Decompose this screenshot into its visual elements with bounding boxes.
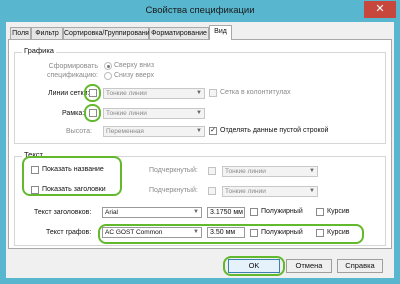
radio-top-down[interactable] <box>104 62 112 70</box>
underline-combo-2[interactable]: Тонкие линии ▼ <box>222 186 318 197</box>
tab-sorting[interactable]: Сортировка/Группирование <box>63 27 154 39</box>
graph-font-combo[interactable]: AC GOST Common ▼ <box>102 227 202 238</box>
footer-grid-label: Сетка в колонтитулах <box>220 89 291 96</box>
separate-empty-checkbox[interactable]: ✓ <box>209 127 217 135</box>
grid-lines-checkbox[interactable] <box>89 89 97 97</box>
ok-button[interactable]: OK <box>228 259 280 273</box>
frame-label: Рамка: <box>62 110 85 117</box>
show-headers-label: Показать заголовки <box>42 186 106 193</box>
grid-lines-combo-value: Тонкие линии <box>106 90 147 97</box>
tab-view[interactable]: Вид <box>209 25 232 40</box>
underline-combo-2-value: Тонкие линии <box>225 188 266 195</box>
form-label: Сформировать спецификацию: <box>47 63 98 79</box>
graphics-legend: Графика <box>22 46 56 55</box>
header-size-field[interactable]: 3.1750 мм <box>207 207 245 218</box>
frame-checkbox[interactable] <box>89 109 97 117</box>
tab-filter[interactable]: Фильтр <box>31 27 63 39</box>
grid-lines-combo[interactable]: Тонкие линии ▼ <box>103 88 205 99</box>
show-headers-checkbox[interactable] <box>31 186 39 194</box>
show-title-label: Показать название <box>42 166 104 173</box>
height-combo[interactable]: Переменная ▼ <box>103 126 205 137</box>
header-italic-checkbox[interactable] <box>316 208 324 216</box>
graph-italic-label: Курсив <box>327 229 350 236</box>
header-font-value: Arial <box>105 209 119 216</box>
header-italic-label: Курсив <box>327 208 350 215</box>
tab-fields[interactable]: Поля <box>10 27 31 39</box>
header-bold-label: Полужирный <box>261 208 303 215</box>
radio-top-down-label: Сверху вниз <box>114 62 155 69</box>
graph-text-label: Текст графов: <box>46 229 92 236</box>
radio-bottom-up[interactable] <box>104 72 112 80</box>
chevron-down-icon: ▼ <box>196 90 202 96</box>
height-combo-value: Переменная <box>106 128 144 135</box>
underline-combo-value: Тонкие линии <box>225 168 266 175</box>
header-font-combo[interactable]: Arial ▼ <box>102 207 202 218</box>
frame-combo[interactable]: Тонкие линии ▼ <box>103 108 205 119</box>
graph-bold-label: Полужирный <box>261 229 303 236</box>
underline-combo[interactable]: Тонкие линии ▼ <box>222 166 318 177</box>
close-button[interactable]: ✕ <box>364 1 396 18</box>
graph-italic-checkbox[interactable] <box>316 229 324 237</box>
chevron-down-icon: ▼ <box>196 110 202 116</box>
chevron-down-icon: ▼ <box>309 188 315 194</box>
underline-checkbox[interactable] <box>208 167 216 175</box>
separate-empty-label: Отделять данные пустой строкой <box>220 127 329 134</box>
show-title-checkbox[interactable] <box>31 166 39 174</box>
graph-font-value: AC GOST Common <box>105 229 163 236</box>
radio-selected-dot <box>107 65 110 68</box>
graph-bold-checkbox[interactable] <box>250 229 258 237</box>
radio-bottom-up-label: Снизу вверх <box>114 72 154 79</box>
underline-label: Подчеркнутый: <box>149 167 198 174</box>
underline-label-2: Подчеркнутый: <box>149 187 198 194</box>
window-title: Свойства спецификации <box>145 5 255 16</box>
tab-formatting[interactable]: Форматирование <box>149 27 209 39</box>
chevron-down-icon: ▼ <box>193 209 199 215</box>
chevron-down-icon: ▼ <box>309 168 315 174</box>
underline-checkbox-2[interactable] <box>208 187 216 195</box>
frame-combo-value: Тонкие линии <box>106 110 147 117</box>
graph-size-field[interactable]: 3.50 мм <box>207 227 245 238</box>
header-bold-checkbox[interactable] <box>250 208 258 216</box>
chevron-down-icon: ▼ <box>196 128 202 134</box>
footer-grid-checkbox[interactable] <box>209 89 217 97</box>
help-button[interactable]: Справка <box>337 259 383 273</box>
cancel-button[interactable]: Отмена <box>286 259 332 273</box>
chevron-down-icon: ▼ <box>193 229 199 235</box>
header-text-label: Текст заголовков: <box>34 209 92 216</box>
height-label: Высота: <box>66 128 92 135</box>
